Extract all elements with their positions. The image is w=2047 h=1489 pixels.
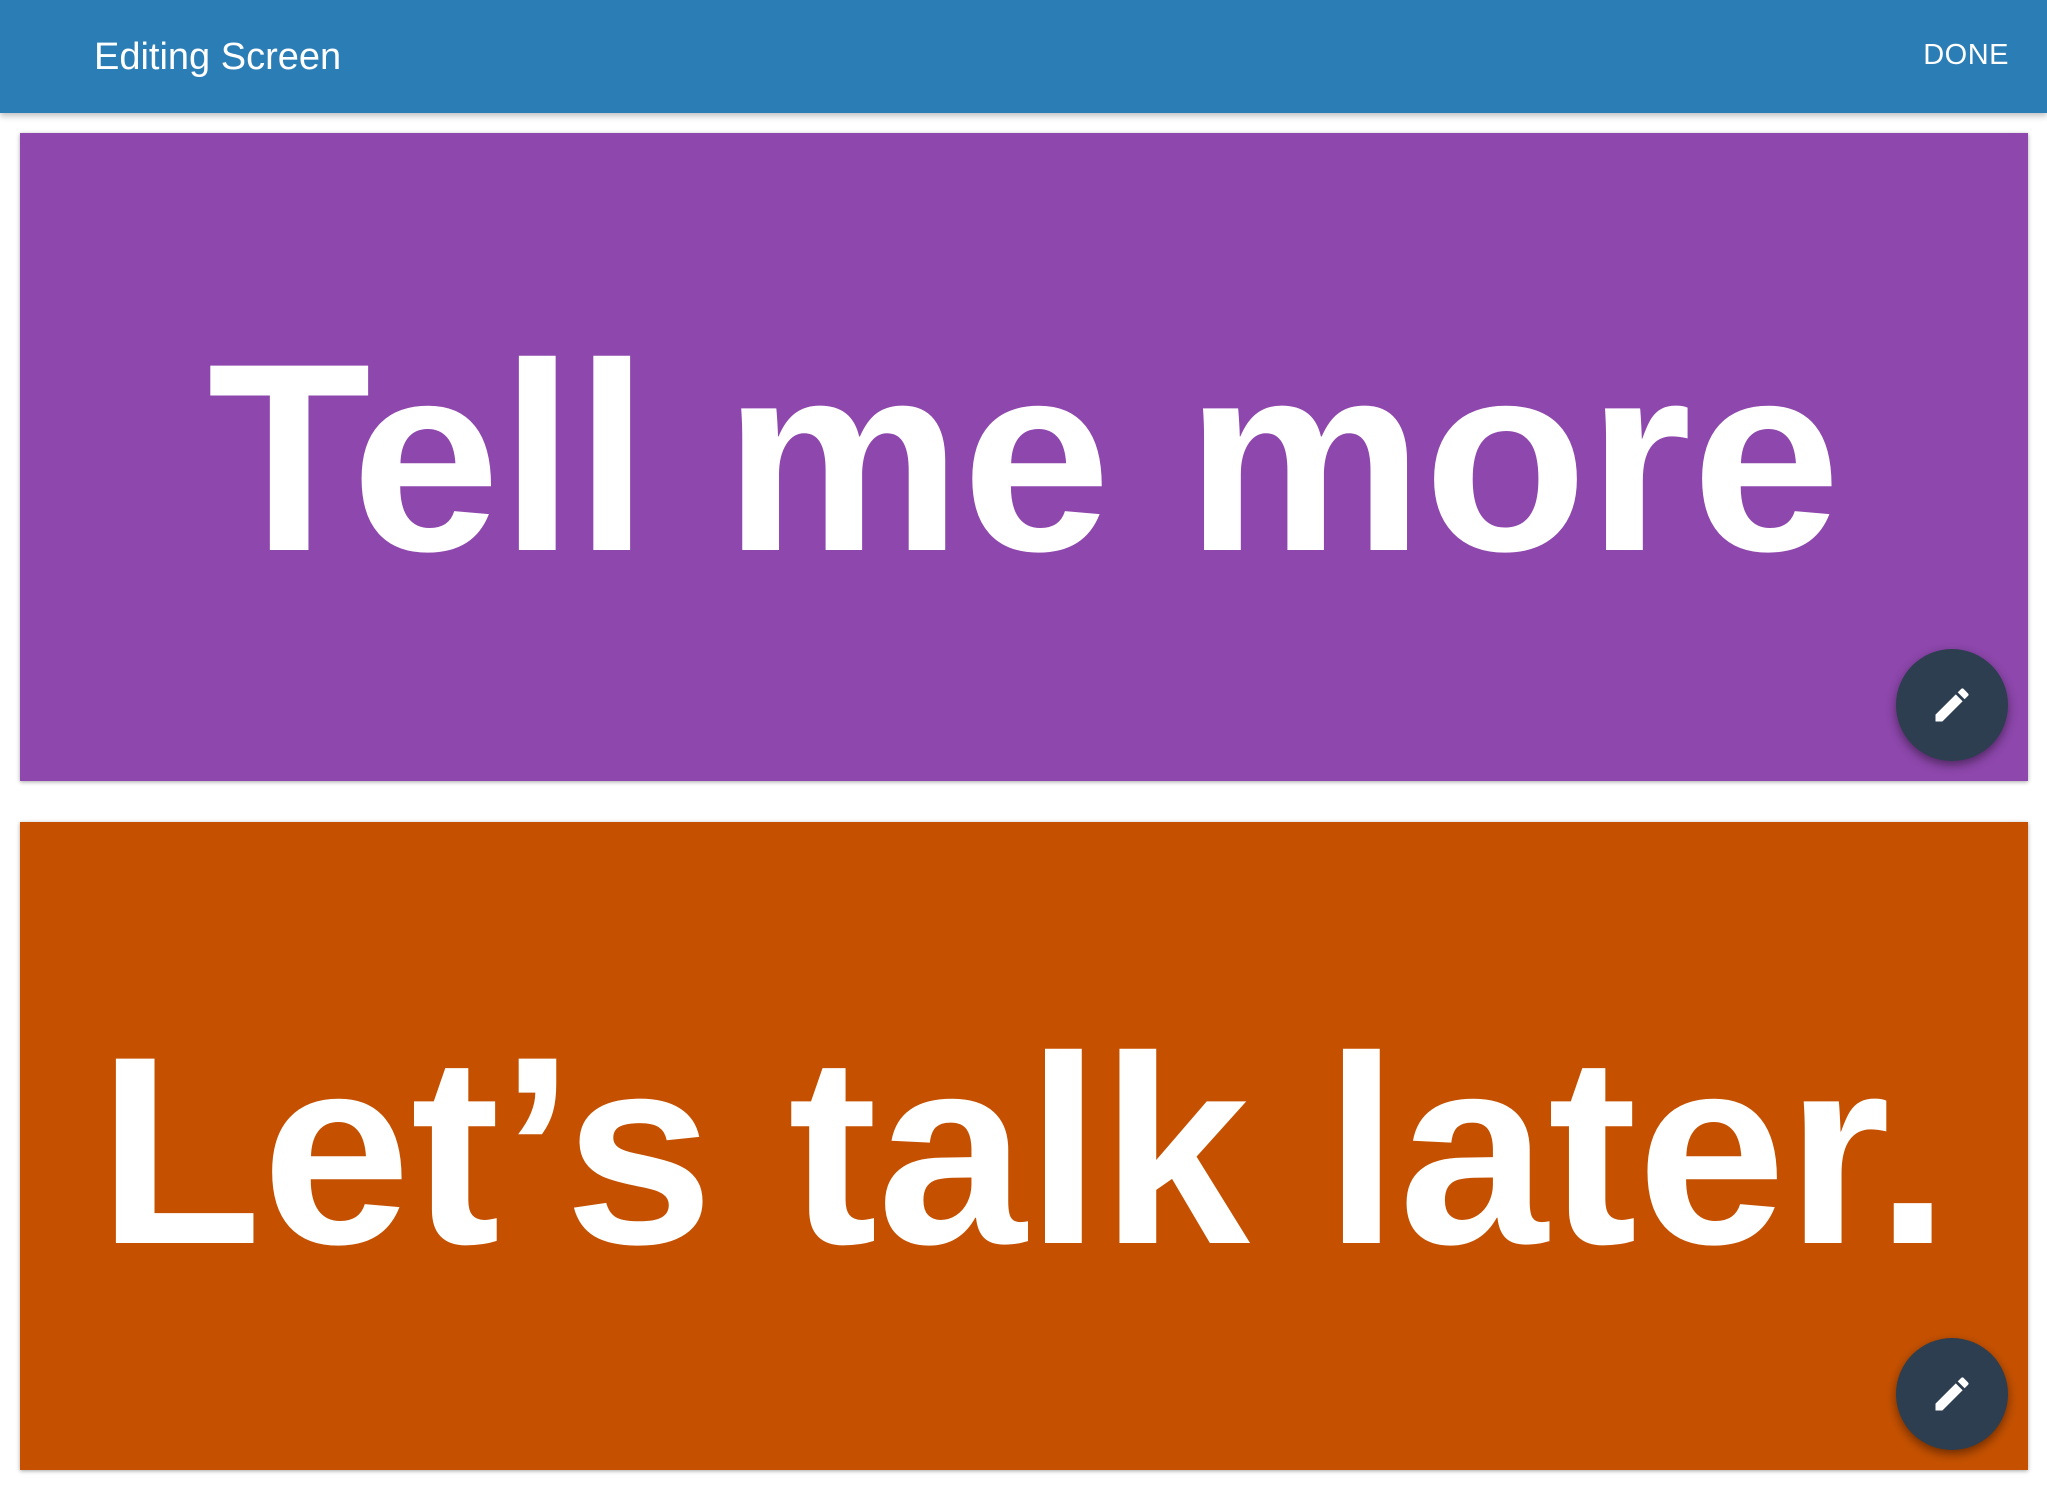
edit-phrase-button[interactable] <box>1896 1338 2008 1450</box>
screen-title: Editing Screen <box>94 36 342 78</box>
app-bar: Editing Screen DONE <box>0 0 2047 113</box>
phrase-card-lets-talk-later[interactable]: Let’s talk later. <box>20 822 2028 1470</box>
phrase-text: Tell me more <box>207 307 1841 607</box>
pencil-icon <box>1935 1377 1969 1411</box>
phrase-text: Let’s talk later. <box>97 1000 1951 1300</box>
edit-phrase-button[interactable] <box>1896 649 2008 761</box>
pencil-icon <box>1935 688 1969 722</box>
done-button[interactable]: DONE <box>1923 36 2009 74</box>
phrase-card-tell-me-more[interactable]: Tell me more <box>20 133 2028 781</box>
